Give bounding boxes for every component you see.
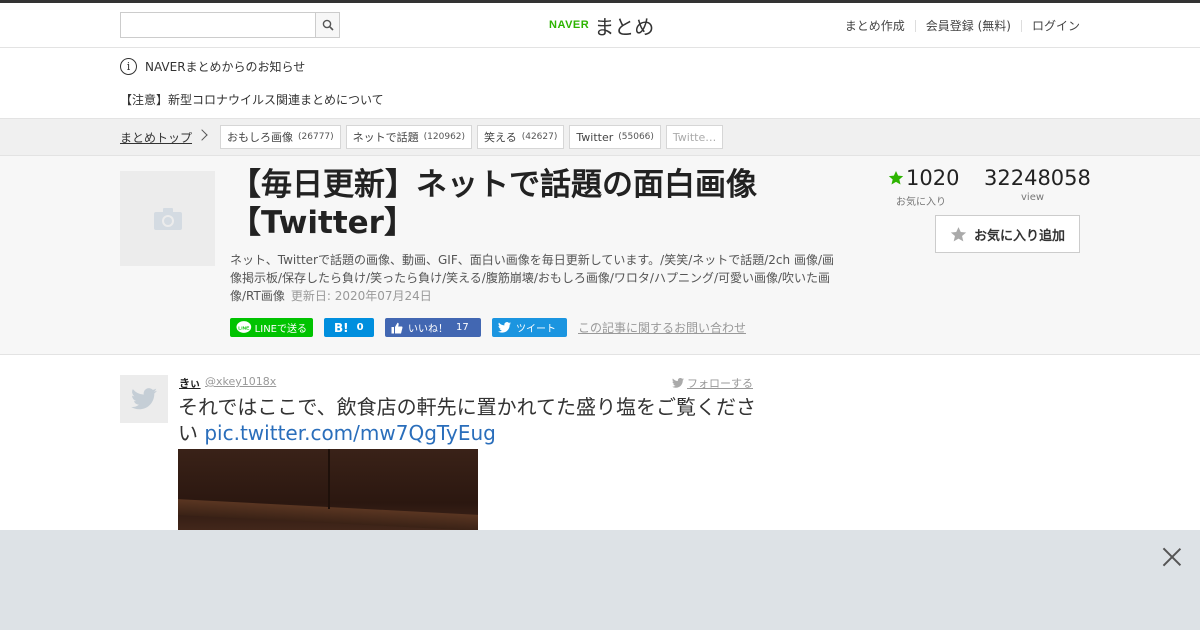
ad-overlay: [0, 530, 1200, 630]
facebook-like-label: いいね！: [408, 324, 448, 335]
logo-naver-text: NAVER: [549, 19, 590, 31]
favorite-label: お気に入り: [896, 197, 946, 208]
notice-link[interactable]: 【注意】新型コロナウイルス関連まとめについて: [120, 91, 384, 108]
create-matome-link[interactable]: まとめ作成: [845, 17, 905, 34]
view-count: 32248058: [984, 166, 1091, 190]
twitter-bird-icon: [131, 388, 157, 410]
hatena-bookmark-button[interactable]: B! 0: [324, 318, 374, 337]
divider: [1020, 19, 1022, 32]
tag-item[interactable]: 笑える (42627): [477, 125, 565, 149]
logo-matome-text: まとめ: [594, 14, 655, 39]
share-bar: LINE LINEで送る B! 0 いいね！ 17 ツイート この記事に関するお…: [230, 318, 746, 337]
tweet-author-handle[interactable]: @xkey1018x: [205, 375, 276, 388]
matome-thumbnail: [120, 171, 215, 266]
matome-description: ネット、Twitterで話題の画像、動画、GIF、面白い画像を毎日更新しています…: [230, 251, 845, 305]
inquiry-link[interactable]: この記事に関するお問い合わせ: [578, 319, 746, 336]
tweet-pic-link[interactable]: pic.twitter.com/mw7QgTyEug: [204, 421, 496, 445]
tweet-text: それではここで、飲食店の軒先に置かれてた盛り塩をご覧ください pic.twitt…: [178, 394, 758, 446]
tweet-button[interactable]: ツイート: [492, 318, 567, 337]
hatena-count: 0: [356, 322, 364, 333]
tag-count: (120962): [423, 132, 466, 142]
view-label: view: [1021, 192, 1045, 203]
line-share-button[interactable]: LINE LINEで送る: [230, 318, 313, 337]
favorite-count-value: 1020: [906, 166, 960, 190]
tag-count: (55066): [618, 132, 654, 142]
matome-summary: 【毎日更新】ネットで話題の面白画像【Twitter】 ネット、Twitterで話…: [0, 156, 1200, 355]
tag-item[interactable]: Twitte…: [665, 125, 724, 149]
star-icon: [950, 226, 967, 241]
tag-count: (26777): [298, 132, 334, 142]
tag-label: ネットで話題: [352, 131, 419, 144]
tag-item[interactable]: Twitter (55066): [569, 125, 661, 149]
breadcrumb: まとめトップ おもしろ画像 (26777) ネットで話題 (120962) 笑える (…: [0, 118, 1200, 156]
camera-icon: [153, 207, 182, 230]
search-button[interactable]: [315, 12, 340, 38]
hatena-bookmark-icon: B!: [334, 320, 349, 335]
tag-item[interactable]: ネットで話題 (120962): [345, 125, 473, 149]
twitter-bird-icon: [498, 322, 511, 333]
facebook-like-button[interactable]: いいね！ 17: [385, 318, 481, 337]
follow-button[interactable]: フォローする: [672, 375, 753, 391]
updated-date: 更新日: 2020年07月24日: [290, 289, 432, 303]
tweet-label: ツイート: [516, 324, 556, 335]
tag-label: Twitter: [576, 130, 614, 144]
facebook-like-count: 17: [456, 322, 469, 333]
naver-matome-logo[interactable]: NAVER まとめ: [549, 11, 654, 39]
tweet-author-name[interactable]: きぃ: [179, 375, 201, 391]
add-favorite-label: お気に入り追加: [973, 228, 1065, 244]
close-icon[interactable]: [1162, 547, 1182, 567]
notice-header: i NAVERまとめからのお知らせ: [120, 58, 305, 75]
chevron-right-icon: [196, 129, 208, 141]
divider: [914, 19, 916, 32]
login-link[interactable]: ログイン: [1032, 17, 1080, 34]
follow-label: フォローする: [687, 377, 753, 390]
favorite-count: 1020: [888, 166, 959, 190]
thumbs-up-icon: [391, 322, 403, 333]
tag-label: おもしろ画像: [227, 131, 293, 144]
tag-label: Twitte…: [672, 130, 717, 144]
tag-count: (42627): [521, 132, 558, 142]
register-link[interactable]: 会員登録 (無料): [926, 17, 1011, 34]
tag-label: 笑える: [484, 131, 517, 144]
svg-text:LINE: LINE: [238, 325, 250, 331]
tag-list: おもしろ画像 (26777) ネットで話題 (120962) 笑える (42627) …: [220, 125, 724, 149]
header-nav: まとめ作成 会員登録 (無料) ログイン: [845, 17, 1080, 34]
info-icon: i: [120, 58, 137, 75]
search-icon: [322, 19, 334, 31]
line-share-label: LINEで送る: [254, 324, 307, 335]
page-title: 【毎日更新】ネットで話題の面白画像【Twitter】: [230, 167, 757, 241]
search-input[interactable]: [120, 12, 316, 38]
site-header: NAVER まとめ まとめ作成 会員登録 (無料) ログイン: [0, 3, 1200, 48]
line-icon: LINE: [236, 321, 252, 333]
breadcrumb-top-link[interactable]: まとめトップ: [120, 129, 192, 146]
tag-item[interactable]: おもしろ画像 (26777): [220, 125, 341, 149]
star-icon: [888, 171, 904, 185]
notice-title: NAVERまとめからのお知らせ: [145, 60, 306, 74]
tweet-image[interactable]: [178, 449, 478, 539]
avatar[interactable]: [120, 375, 168, 423]
add-favorite-button[interactable]: お気に入り追加: [935, 215, 1080, 253]
twitter-bird-icon: [672, 378, 684, 388]
